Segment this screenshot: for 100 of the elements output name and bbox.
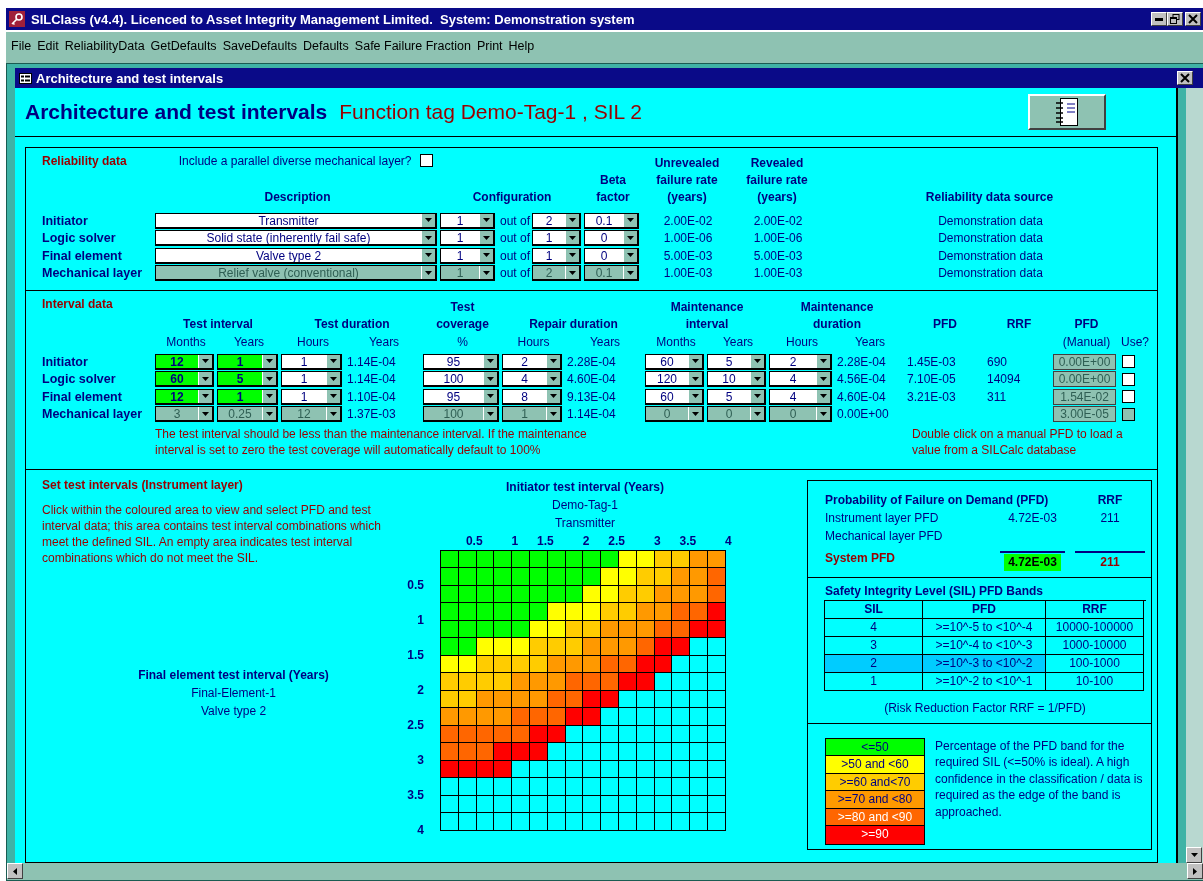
dropdown[interactable]: 0: [584, 230, 639, 247]
table-cell-text: 690: [986, 354, 1009, 369]
dropdown[interactable]: 1: [281, 353, 342, 370]
column-subheader: Years: [588, 334, 622, 350]
table-cell-text: Demonstration data: [937, 266, 1044, 281]
dropdown[interactable]: 0.1: [584, 212, 639, 229]
menu-item[interactable]: Print: [473, 39, 506, 53]
dropdown[interactable]: 1: [281, 371, 342, 388]
menu-item[interactable]: Edit: [34, 39, 62, 53]
table-cell: 4: [825, 619, 923, 637]
dropdown[interactable]: 60: [155, 371, 214, 388]
manual-pfd-field[interactable]: 1.54E-02: [1053, 388, 1116, 405]
dropdown[interactable]: 4: [502, 371, 562, 388]
dropdown[interactable]: 1: [440, 212, 495, 229]
dropdown[interactable]: 5: [707, 388, 766, 405]
row-label: Mechanical layer PFD: [825, 529, 944, 543]
table-cell-text: 1.14E-04: [346, 354, 397, 369]
table-cell-text: Demonstration data: [937, 248, 1044, 263]
dropdown[interactable]: 60: [645, 388, 704, 405]
column-subheader: Use?: [1120, 334, 1150, 350]
dropdown[interactable]: 120: [645, 371, 704, 388]
dropdown[interactable]: 2: [769, 353, 832, 370]
axis-tick: 2: [582, 534, 590, 550]
manual-pfd-field[interactable]: 0.00E+00: [1053, 353, 1116, 370]
dropdown[interactable]: 12: [155, 353, 214, 370]
column-header: Revealed failure rate (years): [745, 154, 809, 206]
menu-item[interactable]: Safe Failure Fraction: [351, 39, 474, 53]
dropdown[interactable]: 95: [423, 388, 499, 405]
checkbox-label: Include a parallel diverse mechanical layer?: [178, 153, 412, 168]
dropdown[interactable]: 5: [217, 371, 278, 388]
dropdown[interactable]: 12: [155, 388, 214, 405]
window-title: SILClass (v4.4). Licenced to Asset Integrity Management Limited. System: Demonstration system: [31, 11, 635, 27]
table-cell-text: 4.60E-04: [836, 389, 887, 404]
dropdown[interactable]: 100: [423, 371, 499, 388]
dropdown[interactable]: 4: [769, 388, 832, 405]
dropdown[interactable]: 2: [502, 353, 562, 370]
dropdown[interactable]: 1: [281, 388, 342, 405]
menu-item[interactable]: Help: [505, 39, 538, 53]
dropdown[interactable]: 95: [423, 353, 499, 370]
table-cell: 100-1000: [1046, 655, 1144, 673]
table-cell-text: 4.72E-03: [1007, 511, 1058, 525]
dropdown[interactable]: 4: [769, 371, 832, 388]
table-cell: 3: [825, 637, 923, 655]
table-cell-text: 1.00E-06: [752, 231, 804, 246]
axis-tick: 3.5: [407, 788, 424, 802]
table-cell: >=10^-4 to <10^-3: [923, 637, 1046, 655]
out-of-label: out of: [499, 213, 532, 228]
column-subheader: Years: [721, 334, 755, 350]
menu-item[interactable]: File: [8, 39, 35, 53]
dropdown[interactable]: 60: [645, 353, 704, 370]
row-label: Mechanical layer: [42, 407, 144, 422]
dropdown[interactable]: Valve type 2: [155, 247, 437, 264]
column-subheader: Hours: [785, 334, 819, 350]
column-header: Unrevealed failure rate (years): [653, 154, 721, 206]
note-text: Double click on a manual PFD to load a value from a SILCalc database: [912, 426, 1124, 459]
dropdown[interactable]: 10: [707, 371, 766, 388]
dropdown[interactable]: 1: [217, 353, 278, 370]
table-cell-text: 5.00E-03: [662, 248, 714, 263]
dropdown[interactable]: 1: [440, 247, 495, 264]
dropdown[interactable]: 8: [502, 388, 562, 405]
dropdown[interactable]: 0: [584, 247, 639, 264]
menu-item[interactable]: GetDefaults: [147, 39, 220, 53]
column-subheader: Hours: [296, 334, 330, 350]
dropdown[interactable]: Solid state (inherently fail safe): [155, 230, 437, 247]
dropdown[interactable]: 1: [532, 230, 581, 247]
axis-tick: 2.5: [407, 718, 424, 732]
table-cell-text: Demonstration data: [937, 213, 1044, 228]
column-header: Repair duration: [529, 316, 618, 334]
table-cell-text: 4.56E-04: [836, 372, 887, 387]
column-header: Configuration: [471, 188, 553, 206]
axis-tick: 2: [417, 683, 424, 697]
dropdown[interactable]: 1: [532, 247, 581, 264]
dropdown[interactable]: 1: [217, 388, 278, 405]
table-cell-text: 1.00E-03: [662, 266, 714, 281]
column-header: Beta factor: [595, 171, 631, 206]
menu-item[interactable]: ReliabilityData: [61, 39, 148, 53]
axis-tick: 3: [653, 534, 661, 550]
table-cell-text: 0.00E+00: [836, 407, 890, 422]
row-label: Logic solver: [42, 372, 117, 387]
axis-tick: 3: [417, 753, 424, 767]
dropdown[interactable]: 1: [440, 230, 495, 247]
table-cell-text: 1.45E-03: [906, 354, 957, 369]
row-label: Final element: [42, 389, 123, 404]
menu-item[interactable]: SaveDefaults: [219, 39, 300, 53]
dropdown[interactable]: 5: [707, 353, 766, 370]
menu-item[interactable]: Defaults: [300, 39, 352, 53]
table-cell-text: 1.37E-03: [346, 407, 397, 422]
axis-title: Final element test interval (Years): [138, 667, 329, 684]
table-cell-text: 4.60E-04: [566, 372, 617, 387]
dropdown[interactable]: Transmitter: [155, 212, 437, 229]
column-header: PFD: [933, 316, 957, 334]
column-header: RRF: [1096, 493, 1124, 507]
manual-pfd-field[interactable]: 0.00E+00: [1053, 371, 1116, 388]
legend-swatch: <=50: [826, 739, 924, 757]
column-header: Maintenance duration: [799, 299, 875, 334]
instruction-text: Click within the coloured area to view and select PFD and test interval data; this area contains test interval combinations which meet the defined SIL. An empty area indicates test interval combinations which do not meet the SIL.: [42, 502, 382, 566]
table-cell-text: 1.14E-04: [346, 372, 397, 387]
column-header: RRF: [1006, 316, 1032, 334]
section-title: Set test intervals (Instrument layer): [42, 478, 244, 492]
dropdown[interactable]: 2: [532, 212, 581, 229]
